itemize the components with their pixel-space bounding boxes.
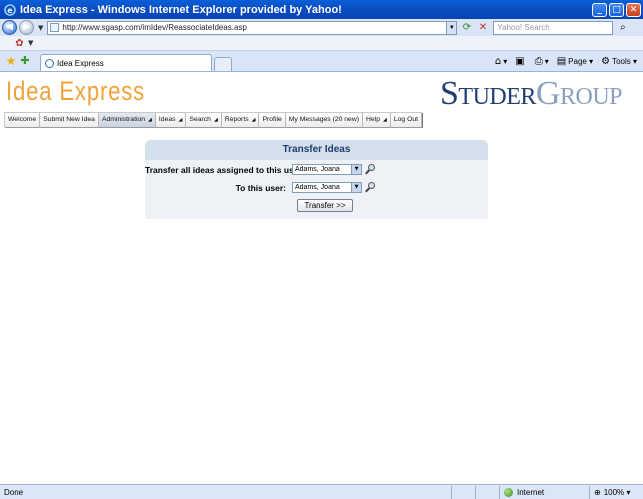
menu-item-label: Reports: [224, 116, 249, 123]
forward-button[interactable]: ▶: [19, 20, 34, 35]
transfer-ideas-panel: Transfer Ideas Transfer all ideas assign…: [145, 140, 488, 219]
tab-strip: ★ ✚ Idea Express ⌂ ▾ ▣ ⎙ ▾ ▤ Page ▾ ⚙ Tools …: [0, 51, 643, 72]
menu-item-search[interactable]: Search ◢: [186, 113, 222, 128]
menu-item-label: Administration: [101, 116, 146, 123]
new-tab-button[interactable]: [214, 57, 232, 71]
to-user-select[interactable]: Adams, Joana ▼: [292, 182, 362, 193]
stop-icon[interactable]: ✕: [476, 21, 489, 34]
home-icon: ⌂: [494, 55, 502, 67]
svg-text:e: e: [7, 6, 13, 15]
security-zone[interactable]: Internet: [499, 485, 589, 499]
print-button[interactable]: ⎙ ▾: [535, 56, 549, 67]
studer-group-logo: StuderGroup: [406, 74, 622, 114]
menu-item-label: My Messages (20 new): [288, 116, 360, 123]
status-segment: [475, 485, 499, 499]
search-icon[interactable]: ⌕: [616, 21, 629, 34]
refresh-icon[interactable]: ⟳: [460, 21, 473, 34]
from-user-search-icon[interactable]: [365, 164, 376, 175]
address-dropdown-icon[interactable]: ▼: [446, 21, 457, 34]
page-menu[interactable]: ▤ Page ▾: [557, 56, 593, 67]
transfer-button[interactable]: Transfer >>: [297, 199, 353, 212]
zone-label: Internet: [517, 487, 545, 497]
gear-icon: ⚙: [601, 55, 611, 67]
tools-menu-label: Tools: [612, 56, 631, 66]
menu-item-log-out[interactable]: Log Out: [390, 113, 423, 128]
to-user-row: To this user: Adams, Joana ▼: [145, 182, 376, 193]
globe-icon: [504, 487, 513, 497]
internet-explorer-icon: e: [4, 3, 16, 16]
feeds-button[interactable]: ▣: [515, 56, 526, 67]
from-user-row: Transfer all ideas assigned to this user…: [145, 164, 376, 175]
zoom-level: 100%: [603, 487, 625, 497]
submenu-arrow-icon: ◢: [251, 117, 256, 123]
history-dropdown-icon[interactable]: ▼: [38, 24, 43, 32]
page-content: Idea Express StuderGroup Welcome Submit N…: [0, 73, 643, 484]
tab-page-icon: [45, 58, 54, 68]
submenu-arrow-icon: ◢: [213, 117, 218, 123]
menu-item-label: Ideas: [158, 116, 176, 123]
address-toolbar: ◀ ▶ ▼ http://www.sgasp.com/imIdev/Reasso…: [0, 19, 643, 36]
status-bar: Done Internet ⊕ 100% ▾: [0, 484, 643, 499]
back-button[interactable]: ◀: [2, 20, 17, 35]
menu-item-help[interactable]: Help ◢: [363, 113, 391, 128]
search-input[interactable]: Yahoo! Search: [493, 20, 614, 35]
menu-item-label: Log Out: [393, 116, 419, 123]
zoom-icon: ⊕: [594, 487, 601, 497]
menu-item-reports[interactable]: Reports ◢: [221, 113, 260, 128]
zoom-control[interactable]: ⊕ 100% ▾: [589, 485, 643, 499]
maximize-button[interactable]: □: [609, 2, 624, 17]
page-menu-icon: ▤: [556, 55, 567, 67]
menu-item-label: Welcome: [8, 116, 37, 123]
print-icon: ⎙: [534, 55, 543, 67]
menu-item-label: Profile: [262, 116, 282, 123]
page-menu-label: Page: [568, 56, 587, 66]
toolbar-options-dropdown-icon[interactable]: ▼: [28, 39, 33, 47]
toolbar-options-icon[interactable]: ✿: [13, 37, 26, 50]
submenu-arrow-icon: ◢: [383, 117, 387, 123]
home-button[interactable]: ⌂ ▾: [495, 56, 507, 67]
submenu-arrow-icon: ◢: [178, 117, 183, 123]
menu-item-administration[interactable]: Administration ◢: [98, 113, 156, 128]
menu-item-ideas[interactable]: Ideas ◢: [155, 113, 187, 128]
page-icon: [50, 23, 60, 32]
feeds-icon: ▣: [515, 55, 525, 67]
menu-item-label: Search: [189, 116, 211, 123]
to-user-search-icon[interactable]: [365, 182, 376, 193]
tools-menu[interactable]: ⚙ Tools ▾: [601, 56, 637, 67]
submenu-arrow-icon: ◢: [148, 117, 152, 123]
window-title: Idea Express - Windows Internet Explorer…: [20, 3, 342, 16]
add-favorites-icon[interactable]: ✚: [18, 54, 32, 68]
menu-item-my-messages-20-new[interactable]: My Messages (20 new): [285, 113, 364, 128]
menu-item-profile[interactable]: Profile: [259, 113, 286, 128]
links-toolbar: ✿ ▼: [0, 36, 643, 51]
menu-item-welcome[interactable]: Welcome: [5, 113, 41, 128]
panel-heading: Transfer Ideas: [145, 140, 488, 160]
main-menu: Welcome Submit New Idea Administration ◢ Ide…: [4, 112, 423, 128]
menu-item-label: Help: [366, 116, 380, 123]
to-user-value: Adams, Joana: [295, 184, 340, 191]
from-user-select[interactable]: Adams, Joana ▼: [292, 164, 362, 175]
status-text: Done: [4, 487, 24, 497]
logo-studer: Studer: [440, 75, 536, 112]
command-bar: ⌂ ▾ ▣ ⎙ ▾ ▤ Page ▾ ⚙ Tools ▾: [487, 56, 643, 67]
minimize-button[interactable]: _: [592, 2, 607, 17]
menu-item-submit-new-idea[interactable]: Submit New Idea: [40, 113, 99, 128]
menu-item-label: Submit New Idea: [43, 116, 95, 123]
status-segment: [451, 485, 475, 499]
chevron-down-icon[interactable]: ▼: [351, 165, 361, 174]
close-button[interactable]: ✕: [626, 2, 641, 17]
from-user-value: Adams, Joana: [295, 166, 340, 173]
chevron-down-icon[interactable]: ▼: [351, 183, 361, 192]
idea-express-logo[interactable]: Idea Express: [6, 76, 145, 107]
tab-label: Idea Express: [57, 58, 104, 68]
from-user-label: Transfer all ideas assigned to this user…: [145, 164, 305, 175]
address-url[interactable]: http://www.sgasp.com/imIdev/ReassociateI…: [62, 23, 446, 32]
tab-idea-express[interactable]: Idea Express: [40, 54, 212, 71]
window-titlebar: e Idea Express - Windows Internet Explor…: [0, 0, 643, 19]
logo-group: Group: [535, 75, 623, 112]
to-user-label: To this user:: [235, 182, 286, 193]
address-bar[interactable]: http://www.sgasp.com/imIdev/ReassociateI…: [47, 20, 458, 35]
favorites-star-icon[interactable]: ★: [4, 54, 18, 68]
